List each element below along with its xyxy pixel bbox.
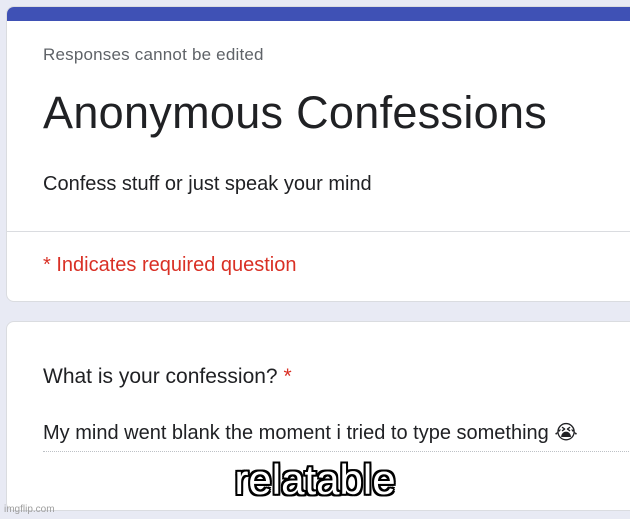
imgflip-watermark: imgflip.com [4,504,55,515]
required-note: * Indicates required question [43,254,297,276]
answer-input[interactable]: My mind went blank the moment i tried to… [43,420,630,452]
form-header-card: Responses cannot be edited Anonymous Con… [6,6,630,302]
form-accent-bar [7,7,630,21]
answer-text: My mind went blank the moment i tried to… [43,422,549,444]
form-title: Anonymous Confessions [43,87,548,138]
question-label: What is your confession? [43,365,278,388]
question-title: What is your confession? * [43,365,292,389]
responses-notice: Responses cannot be edited [43,45,264,64]
header-divider [7,231,630,232]
form-description: Confess stuff or just speak your mind [43,173,372,195]
required-asterisk: * [283,365,292,388]
loudly-crying-face-icon: 😭 [554,420,578,444]
meme-caption: relatable [234,456,396,503]
